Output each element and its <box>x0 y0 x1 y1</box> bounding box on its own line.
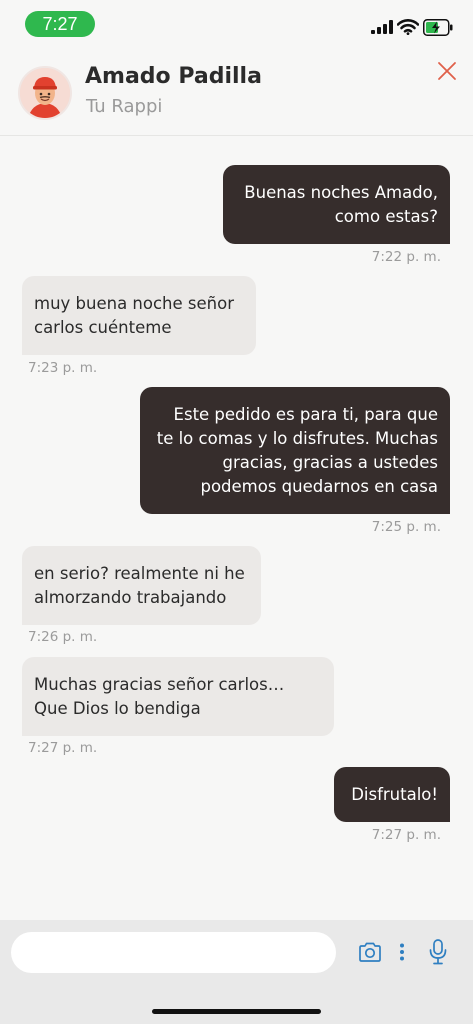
message-bubble-outgoing: Disfrutalo! <box>334 767 450 822</box>
message-bubble-incoming: Muchas gracias señor carlos… Que Dios lo… <box>22 657 334 736</box>
microphone-icon[interactable] <box>428 939 448 965</box>
message-bubble-incoming: muy buena noche señor carlos cuénteme <box>22 276 256 355</box>
home-indicator <box>152 1009 321 1014</box>
contact-subtitle: Tu Rappi <box>86 96 163 117</box>
message-time: 7:27 p. m. <box>371 827 441 843</box>
avatar <box>18 66 72 120</box>
status-time: 7:27 <box>25 11 95 37</box>
message-bubble-outgoing: Buenas noches Amado, como estas? <box>223 165 450 244</box>
message-bubble-incoming: en serio? realmente ni he almorzando tra… <box>22 546 261 625</box>
camera-icon[interactable] <box>358 940 382 964</box>
message-bubble-outgoing: Este pedido es para ti, para que te lo c… <box>140 387 450 514</box>
battery-charging-icon <box>423 19 453 36</box>
message-text: Buenas noches Amado, como estas? <box>244 182 438 226</box>
message-time: 7:23 p. m. <box>28 360 98 376</box>
message-composer <box>0 920 473 1024</box>
message-text: Muchas gracias señor carlos… Que Dios lo… <box>34 674 285 718</box>
message-text: en serio? realmente ni he almorzando tra… <box>34 563 245 607</box>
wifi-icon <box>397 19 419 35</box>
message-time: 7:26 p. m. <box>28 629 98 645</box>
message-time: 7:27 p. m. <box>28 740 98 756</box>
chat-header: Amado Padilla Tu Rappi <box>0 48 473 136</box>
close-icon[interactable] <box>436 60 458 82</box>
message-time: 7:22 p. m. <box>371 249 441 265</box>
message-text: Disfrutalo! <box>351 784 438 804</box>
signal-icon <box>371 20 393 34</box>
contact-name: Amado Padilla <box>85 64 262 89</box>
status-bar: 7:27 <box>0 0 473 48</box>
message-input[interactable] <box>11 932 336 973</box>
courier-avatar-icon <box>20 68 70 118</box>
message-time: 7:25 p. m. <box>371 519 441 535</box>
more-vertical-icon[interactable] <box>397 942 407 962</box>
message-text: Este pedido es para ti, para que te lo c… <box>156 404 438 496</box>
message-text: muy buena noche señor carlos cuénteme <box>34 293 234 337</box>
